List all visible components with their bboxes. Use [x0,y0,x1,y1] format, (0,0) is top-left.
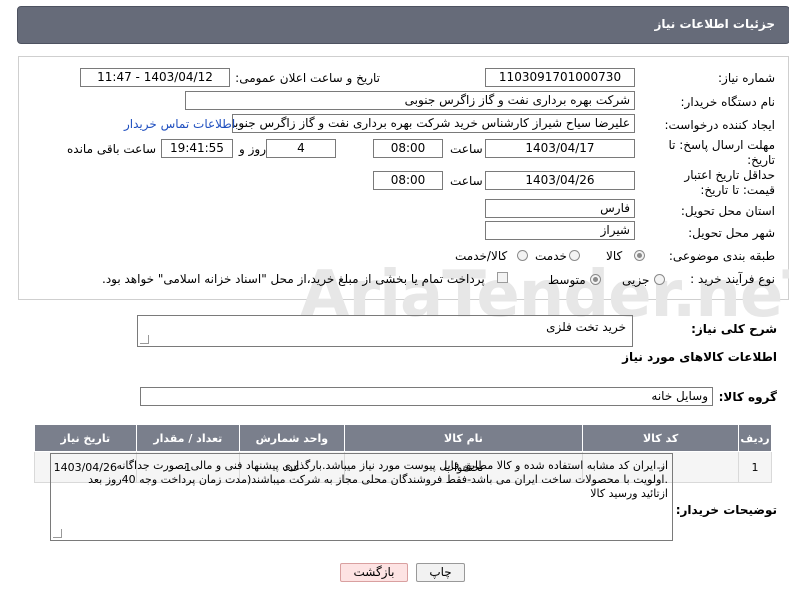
category-option-goods: کالا [606,249,623,263]
city-label: شهر محل تحویل: [688,226,775,240]
table-header-row: تاریخ نیاز تعداد / مقدار واحد شمارش نام … [34,424,772,452]
col-goods-code: کد کالا [582,424,740,452]
deadline-time-label: ساعت [450,142,483,156]
category-radio-goods[interactable] [634,250,645,261]
page-header: جزئیات اطلاعات نیاز [17,6,789,44]
buyer-notes-textarea[interactable]: از ایران کد مشابه استفاده شده و کالا مطا… [50,453,673,541]
creator-label: ایجاد کننده درخواست: [664,118,775,132]
goods-group-field: وسایل خانه [140,387,713,406]
buyer-org-field: شرکت بهره برداری نفت و گاز زاگرس جنوبی [185,91,635,110]
creator-field: علیرضا سیاح شیراز کارشناس خرید شرکت بهره… [232,114,635,133]
buyer-notes-label: توضیحات خریدار: [675,503,777,517]
purchase-radio-minor[interactable] [654,274,665,285]
summary-textarea[interactable]: خرید تخت فلزی [137,315,633,347]
category-label: طبقه بندی موضوعی: [668,249,775,263]
remaining-time-field: 19:41:55 [161,139,233,158]
deadline-time-field: 08:00 [373,139,443,158]
deadline-label: مهلت ارسال پاسخ: تا تاریخ: [668,138,775,167]
col-goods-name: نام کالا [343,424,584,452]
price-validity-time-field: 08:00 [373,171,443,190]
col-need-date: تاریخ نیاز [34,424,137,452]
col-quantity: تعداد / مقدار [135,424,240,452]
treasury-payment-note: پرداخت تمام یا بخشی از مبلغ خرید،از محل … [102,272,485,286]
days-label: روز و [239,142,266,156]
remaining-time-label: ساعت باقی مانده [67,142,157,156]
buyer-notes-line-1: از ایران کد مشابه استفاده شده و کالا مطا… [116,459,668,472]
announce-date-field: 1403/04/12 - 11:47 [80,68,230,87]
buyer-notes-line-2: .اولویت با محصولات ساخت ایران می باشد-فق… [88,473,668,486]
goods-info-title: اطلاعات کالاهای مورد نیاز [622,350,777,364]
purchase-option-medium: متوسط [548,273,586,287]
city-field: شیراز [485,221,635,240]
resize-handle-icon[interactable] [140,335,149,344]
col-row-number: ردیف [738,424,772,452]
days-remaining-field: 4 [266,139,336,158]
purchase-type-label: نوع فرآیند خرید : [690,272,775,286]
page-title: جزئیات اطلاعات نیاز [654,17,775,31]
deadline-date-field: 1403/04/17 [485,139,635,158]
purchase-option-minor: جزیی [622,273,650,287]
buyer-notes-line-3: ازتائید ورسید کالا [590,487,668,500]
category-radio-service[interactable] [569,250,580,261]
cell-row-number: 1 [738,451,772,483]
contact-buyer-link[interactable]: اطلاعات تماس خریدار [124,117,235,131]
province-field: فارس [485,199,635,218]
purchase-radio-medium[interactable] [590,274,601,285]
need-number-label: شماره نیاز: [718,71,775,85]
category-option-goods-service: کالا/خدمت [455,249,508,263]
category-radio-goods-service[interactable] [517,250,528,261]
summary-value: خرید تخت فلزی [546,320,626,334]
price-validity-label: حداقل تاریخ اعتبار قیمت: تا تاریخ: [684,168,775,197]
print-button[interactable]: چاپ [416,563,465,582]
summary-label: شرح کلی نیاز: [691,322,777,336]
goods-group-label: گروه کالا: [718,390,777,404]
price-validity-time-label: ساعت [450,174,483,188]
category-option-service: خدمت [535,249,567,263]
resize-handle-icon[interactable] [53,529,62,538]
announce-date-label: تاریخ و ساعت اعلان عمومی: [235,71,380,85]
back-button[interactable]: بازگشت [340,563,408,582]
buyer-org-label: نام دستگاه خریدار: [680,95,776,109]
need-number-field: 1103091701000730 [485,68,635,87]
price-validity-date-field: 1403/04/26 [485,171,635,190]
col-unit: واحد شمارش [238,424,345,452]
province-label: استان محل تحویل: [680,204,775,218]
treasury-payment-checkbox[interactable] [497,272,508,283]
